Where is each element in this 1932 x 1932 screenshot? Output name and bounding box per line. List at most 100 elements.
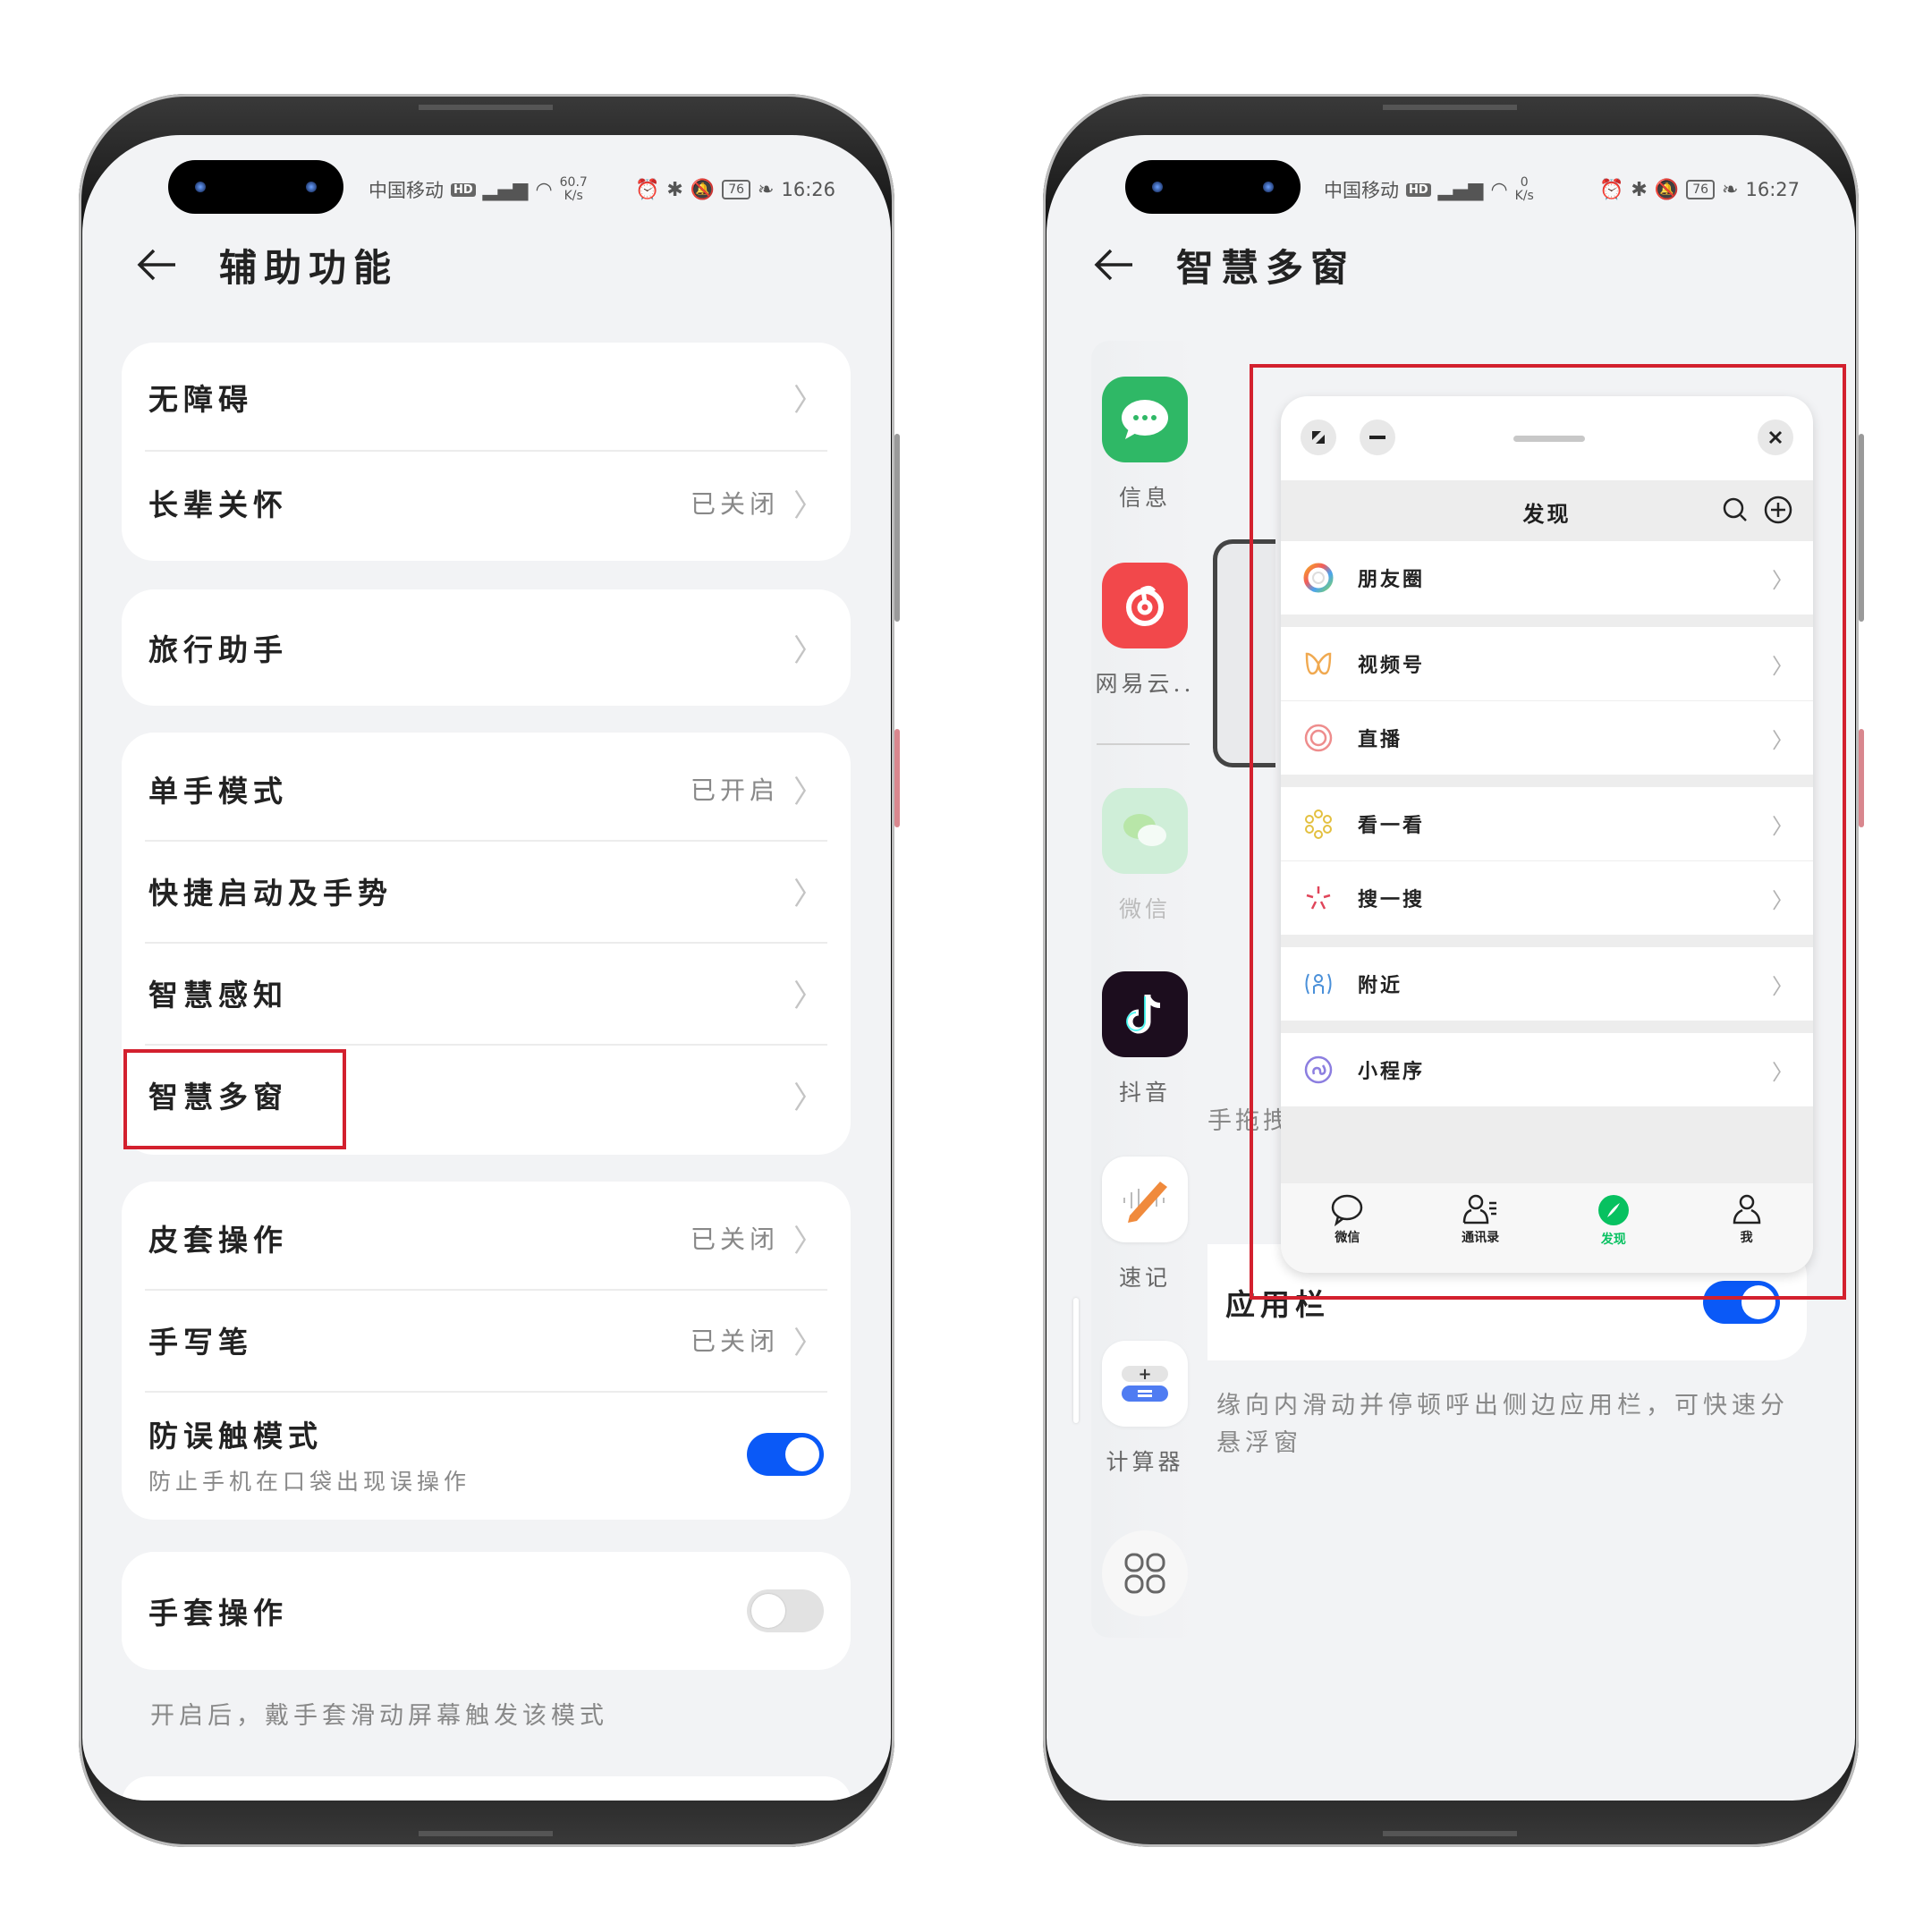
- status-bar-right: ⏰ ✱ 🔕 76 ❧ 16:27: [1599, 174, 1800, 205]
- battery-indicator: 76: [1686, 180, 1716, 199]
- camera-lens: [1152, 182, 1163, 192]
- page-title: 辅助功能: [219, 245, 399, 290]
- alarm-icon: ⏰: [1598, 178, 1624, 201]
- toggle-knob: [751, 1594, 785, 1628]
- settings-item-accessibility[interactable]: 无障碍 〉: [122, 346, 851, 448]
- side-app-bar: 信息 网易云.. 微信 抖音 速记 + 计算器: [1091, 341, 1199, 1638]
- phone-edge-detail: [419, 1831, 553, 1836]
- highlight-box: [123, 1049, 346, 1149]
- side-app-bar-description: 缘向内滑动并停顿呼出侧边应用栏，可快速分 悬浮窗: [1216, 1392, 1789, 1457]
- leaf-icon: ❧: [758, 178, 775, 201]
- glove-mode-toggle[interactable]: [747, 1589, 824, 1632]
- status-bar-left: 中国移动 HD ▂▄▆ ◠ 60.7 K/s: [369, 174, 588, 205]
- camera-cutout: [1125, 160, 1301, 214]
- carrier-label: 中国移动: [1324, 180, 1399, 201]
- status-value: 已关闭: [690, 489, 779, 519]
- page-header: 智慧多窗: [1091, 233, 1355, 296]
- toggle-knob: [785, 1437, 819, 1471]
- mute-icon: 🔕: [1654, 178, 1680, 201]
- settings-item-shortcuts-gestures[interactable]: 快捷启动及手势 〉: [122, 840, 851, 942]
- sidebar-app-notes[interactable]: 速记: [1091, 1157, 1199, 1292]
- chevron-right-icon: 〉: [793, 876, 824, 912]
- settings-item-stylus[interactable]: 手写笔 已关闭 〉: [122, 1289, 851, 1391]
- sidebar-drag-handle[interactable]: [1073, 1298, 1079, 1423]
- netease-music-icon: [1102, 563, 1188, 648]
- chevron-right-icon: 〉: [793, 632, 824, 669]
- camera-cutout: [168, 160, 343, 214]
- hd-badge: HD: [451, 182, 476, 197]
- back-button[interactable]: [1091, 242, 1136, 287]
- leaf-icon: ❧: [1722, 178, 1739, 201]
- network-speed: 60.7 K/s: [559, 175, 588, 203]
- settings-item-travel-assistant[interactable]: 旅行助手 〉: [122, 597, 851, 699]
- status-value: 已关闭: [690, 1224, 779, 1254]
- back-arrow-icon: [137, 249, 175, 281]
- messages-icon: [1102, 377, 1188, 462]
- settings-item-accidental-touch: 防误触模式 防止手机在口袋出现误操作: [122, 1396, 851, 1513]
- chevron-right-icon: 〉: [793, 1223, 824, 1259]
- hd-badge: HD: [1406, 182, 1431, 197]
- sidebar-app-calculator[interactable]: + 计算器: [1091, 1341, 1199, 1477]
- accidental-touch-toggle[interactable]: [747, 1433, 824, 1476]
- settings-item-cover-operation[interactable]: 皮套操作 已关闭 〉: [122, 1187, 851, 1289]
- status-bar-right: ⏰ ✱ 🔕 76 ❧ 16:26: [635, 174, 835, 205]
- sidebar-app-messages[interactable]: 信息: [1091, 377, 1199, 513]
- back-arrow-icon: [1094, 249, 1132, 281]
- alarm-icon: ⏰: [634, 178, 660, 201]
- settings-item-smart-perception[interactable]: 智慧感知 〉: [122, 942, 851, 1044]
- chevron-right-icon: 〉: [793, 774, 824, 810]
- wifi-icon: ◠: [1490, 178, 1508, 201]
- settings-item-elder-care[interactable]: 长辈关怀 已关闭 〉: [122, 452, 851, 554]
- settings-item-one-hand-mode[interactable]: 单手模式 已开启 〉: [122, 738, 851, 840]
- phone-edge-detail: [1383, 1831, 1517, 1836]
- battery-indicator: 76: [722, 180, 751, 199]
- item-text: 防误触模式 防止手机在口袋出现误操作: [148, 1419, 471, 1495]
- svg-text:+: +: [1138, 1365, 1151, 1384]
- wechat-icon: [1102, 788, 1188, 874]
- bluetooth-icon: ✱: [666, 178, 683, 201]
- page-title: 智慧多窗: [1176, 245, 1356, 290]
- item-subtitle: 防止手机在口袋出现误操作: [148, 1469, 471, 1495]
- calculator-icon: +: [1102, 1341, 1188, 1427]
- wifi-icon: ◠: [535, 178, 553, 201]
- right-phone-frame: 中国移动 HD ▂▄▆ ◠ 0 K/s ⏰ ✱ 🔕 76 ❧ 16:27 智慧多…: [1043, 94, 1864, 1847]
- signal-icon: ▂▄▆: [1437, 178, 1484, 201]
- grid-icon: [1102, 1530, 1188, 1616]
- camera-lens: [1263, 182, 1274, 192]
- status-bar-left: 中国移动 HD ▂▄▆ ◠ 0 K/s: [1324, 174, 1534, 205]
- glove-mode-description: 开启后，戴手套滑动屏幕触发该模式: [150, 1702, 608, 1730]
- chevron-right-icon: 〉: [793, 1080, 824, 1116]
- sidebar-app-wechat[interactable]: 微信: [1091, 788, 1199, 924]
- clock: 16:27: [1745, 179, 1800, 200]
- chevron-right-icon: 〉: [793, 978, 824, 1014]
- notes-icon: [1102, 1157, 1188, 1242]
- mute-icon: 🔕: [690, 178, 716, 201]
- settings-group: 旅行助手 〉: [122, 589, 851, 706]
- next-card-peek: [122, 1776, 852, 1801]
- settings-group: 皮套操作 已关闭 〉 手写笔 已关闭 〉 防误触模式 防止手机在口袋出现误操作: [122, 1182, 851, 1520]
- more-apps-button[interactable]: [1091, 1530, 1199, 1616]
- status-value: 已关闭: [690, 1326, 779, 1356]
- douyin-icon: [1102, 971, 1188, 1057]
- back-button[interactable]: [134, 242, 179, 287]
- camera-lens: [306, 182, 317, 192]
- left-phone-frame: 中国移动 HD ▂▄▆ ◠ 60.7 K/s ⏰ ✱ 🔕 76 ❧ 16:26 …: [79, 94, 900, 1847]
- sidebar-app-netease-music[interactable]: 网易云..: [1091, 563, 1199, 699]
- power-button: [894, 729, 900, 827]
- chevron-right-icon: 〉: [793, 382, 824, 419]
- sidebar-divider: [1097, 743, 1190, 745]
- clock: 16:26: [781, 179, 835, 200]
- divider: [145, 1391, 827, 1393]
- chevron-right-icon: 〉: [793, 1325, 824, 1361]
- highlight-box: [1250, 364, 1846, 1300]
- sidebar-app-douyin[interactable]: 抖音: [1091, 971, 1199, 1107]
- power-button: [1859, 729, 1864, 827]
- volume-button: [1859, 434, 1864, 622]
- bluetooth-icon: ✱: [1631, 178, 1648, 201]
- carrier-label: 中国移动: [369, 180, 444, 201]
- page-header: 辅助功能: [134, 233, 398, 296]
- camera-lens: [195, 182, 206, 192]
- status-value: 已开启: [690, 775, 779, 805]
- signal-icon: ▂▄▆: [482, 178, 529, 201]
- settings-group: 无障碍 〉 长辈关怀 已关闭 〉: [122, 343, 851, 561]
